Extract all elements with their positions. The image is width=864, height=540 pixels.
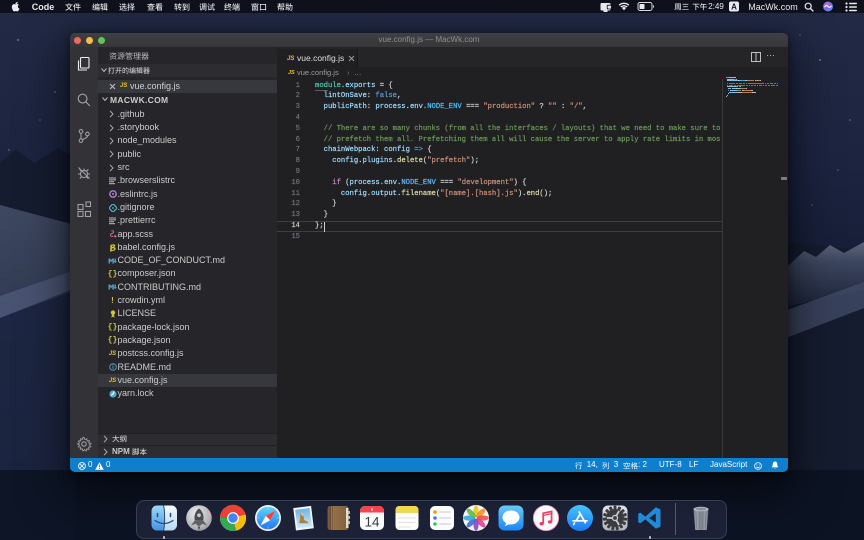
svg-text:14: 14 <box>365 515 381 530</box>
svg-text:A: A <box>731 2 737 11</box>
